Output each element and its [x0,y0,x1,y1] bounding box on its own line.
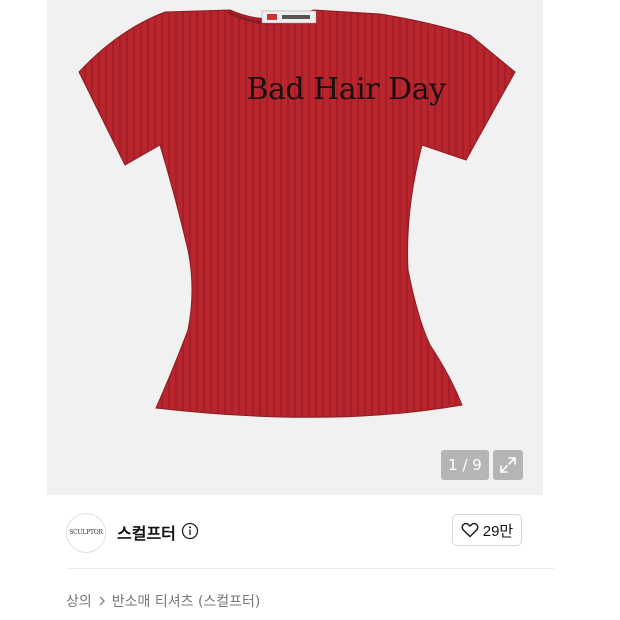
expand-button[interactable] [493,450,523,480]
like-button[interactable]: 29만 [452,514,522,546]
breadcrumb-item-category[interactable]: 상의 [66,591,92,611]
brand-row: SCULPTOR 스컬프터 29만 [0,495,620,567]
product-image-gallery[interactable]: Bad Hair Day 1 / 9 [47,0,543,495]
like-count: 29만 [482,522,514,540]
breadcrumb-item-subcategory[interactable]: 반소매 티셔츠 (스컬프터) [112,591,261,611]
image-counter: 1 / 9 [441,450,489,480]
brand-name[interactable]: 스컬프터 [117,520,176,544]
breadcrumb: 상의 반소매 티셔츠 (스컬프터) [66,591,260,611]
heart-icon [461,522,479,538]
brand-logo[interactable]: SCULPTOR [66,513,106,553]
expand-icon [500,457,516,473]
divider [66,568,554,569]
shirt-print-text: Bad Hair Day [246,72,446,107]
info-icon[interactable] [181,522,199,540]
chevron-right-icon [99,596,105,606]
